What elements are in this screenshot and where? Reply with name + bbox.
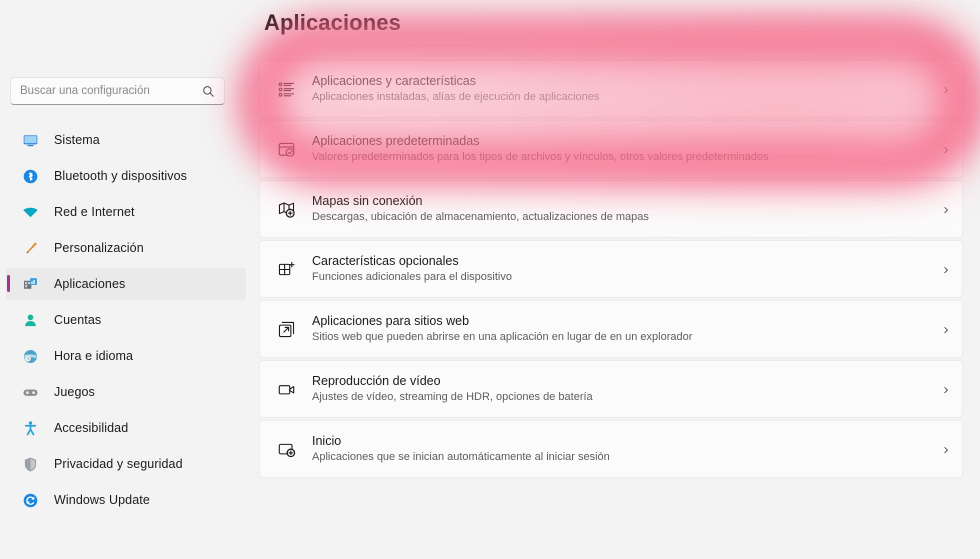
accessibility-icon [20,418,40,438]
settings-card-title: Aplicaciones para sitios web [312,314,470,328]
chevron-right-icon[interactable]: › [930,141,962,158]
sidebar-item-privacidad-y-seguridad[interactable]: Privacidad y seguridad [6,448,246,480]
sidebar-item-sistema[interactable]: Sistema [6,124,246,156]
settings-card-subtitle: Aplicaciones instaladas, alías de ejecuc… [312,91,600,103]
sidebar-item-bluetooth-y-dispositivos[interactable]: Bluetooth y dispositivos [6,160,246,192]
settings-card-subtitle: Sitios web que pueden abrirse en una apl… [312,331,693,343]
chevron-right-icon[interactable]: › [930,441,962,458]
settings-card-text: Aplicaciones y características Aplicacion… [312,73,930,105]
sidebar-item-windows-update[interactable]: Windows Update [6,484,246,516]
startup-apps-icon [276,439,296,459]
wifi-icon [20,202,40,222]
sidebar-item-label: Sistema [54,133,100,147]
shield-icon [20,454,40,474]
chevron-right-icon[interactable]: › [930,201,962,218]
settings-card[interactable]: Aplicaciones y características Aplicacion… [259,60,963,118]
bluetooth-icon [20,166,40,186]
monitor-icon [20,130,40,150]
chevron-right-icon[interactable]: › [930,81,962,98]
settings-window: Sistema Bluetooth y dispositivos Red e Int… [0,0,980,559]
video-playback-icon [276,379,296,399]
sidebar-item-label: Privacidad y seguridad [54,457,183,471]
sidebar-item-label: Aplicaciones [54,277,126,291]
web-apps-icon [276,319,296,339]
gamepad-icon [20,382,40,402]
settings-card-text: Reproducción de vídeo Ajustes de vídeo, s… [312,373,930,405]
sidebar-nav: Sistema Bluetooth y dispositivos Red e Int… [0,124,258,520]
settings-card-subtitle: Funciones adicionales para el dispositiv… [312,271,512,283]
settings-card-subtitle: Aplicaciones que se inician automáticame… [312,451,610,463]
sidebar-item-personalizaci-n[interactable]: Personalización [6,232,246,264]
search-box[interactable] [10,77,225,105]
chevron-right-icon[interactable]: › [930,261,962,278]
default-apps-check-icon [276,139,296,159]
update-icon [20,490,40,510]
settings-card[interactable]: Características opcionales Funciones adic… [259,240,963,298]
settings-card-title: Inicio [312,434,342,448]
sidebar-item-label: Cuentas [54,313,102,327]
settings-card-text: Características opcionales Funciones adic… [312,253,930,285]
settings-card[interactable]: Aplicaciones para sitios web Sitios web q… [259,300,963,358]
settings-card-title: Características opcionales [312,254,459,268]
settings-card-subtitle: Ajustes de vídeo, streaming de HDR, opci… [312,391,593,403]
page-title: Aplicaciones [264,10,401,35]
sidebar-item-juegos[interactable]: Juegos [6,376,246,408]
settings-card-subtitle: Valores predeterminados para los tipos d… [312,151,769,163]
optional-features-icon [276,259,296,279]
sidebar-item-cuentas[interactable]: Cuentas [6,304,246,336]
sidebar-item-label: Accesibilidad [54,421,129,435]
sidebar-item-label: Bluetooth y dispositivos [54,169,188,183]
sidebar-item-red-e-internet[interactable]: Red e Internet [6,196,246,228]
apps-icon [20,274,40,294]
settings-card-text: Aplicaciones para sitios web Sitios web q… [312,313,930,345]
offline-maps-icon [276,199,296,219]
settings-card-list: Aplicaciones y características Aplicacion… [259,60,963,480]
person-icon [20,310,40,330]
settings-card[interactable]: Reproducción de vídeo Ajustes de vídeo, s… [259,360,963,418]
main-content: Aplicaciones Aplicaciones y característi… [258,0,980,559]
settings-card-text: Mapas sin conexión Descargas, ubicación d… [312,193,930,225]
settings-card-title: Aplicaciones predeterminadas [312,134,480,148]
settings-card[interactable]: Aplicaciones predeterminadas Valores pred… [259,120,963,178]
settings-card[interactable]: Mapas sin conexión Descargas, ubicación d… [259,180,963,238]
chevron-right-icon[interactable]: › [930,381,962,398]
search-input[interactable] [11,85,198,97]
sidebar-item-label: Personalización [54,241,144,255]
chevron-right-icon[interactable]: › [930,321,962,338]
sidebar-item-hora-e-idioma[interactable]: Hora e idioma [6,340,246,372]
sidebar: Sistema Bluetooth y dispositivos Red e Int… [0,0,258,559]
settings-card-text: Inicio Aplicaciones que se inician automá… [312,433,930,465]
paintbrush-icon [20,238,40,258]
sidebar-item-label: Hora e idioma [54,349,134,363]
globe-clock-icon [20,346,40,366]
settings-card-title: Mapas sin conexión [312,194,423,208]
sidebar-item-label: Windows Update [54,493,150,507]
sidebar-item-label: Red e Internet [54,205,135,219]
sidebar-item-accesibilidad[interactable]: Accesibilidad [6,412,246,444]
settings-card-subtitle: Descargas, ubicación de almacenamiento, … [312,211,649,223]
settings-card-title: Reproducción de vídeo [312,374,441,388]
settings-card[interactable]: Inicio Aplicaciones que se inician automá… [259,420,963,478]
sidebar-item-aplicaciones[interactable]: Aplicaciones [6,268,246,300]
app-list-icon [276,79,296,99]
search-icon[interactable] [198,85,218,98]
settings-card-title: Aplicaciones y características [312,74,476,88]
sidebar-item-label: Juegos [54,385,95,399]
settings-card-text: Aplicaciones predeterminadas Valores pred… [312,133,930,165]
